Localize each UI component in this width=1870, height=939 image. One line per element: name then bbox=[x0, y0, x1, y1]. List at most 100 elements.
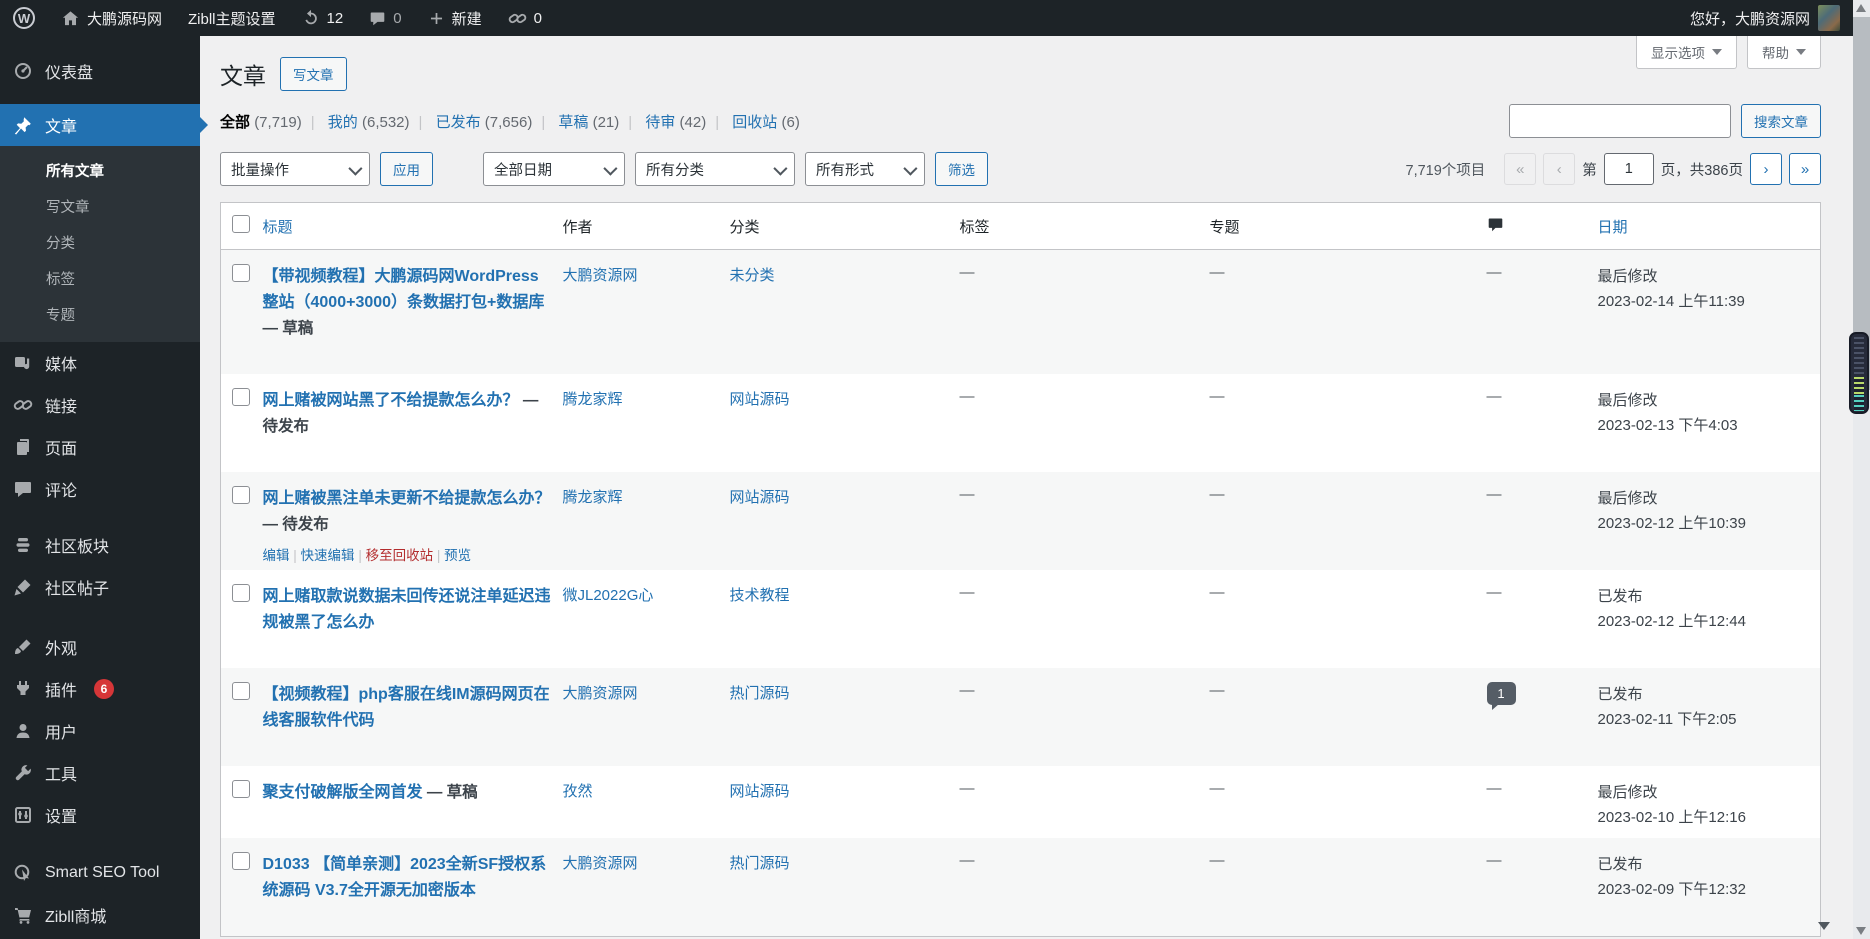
author-link[interactable]: 孜然 bbox=[563, 783, 593, 800]
post-title-link[interactable]: 网上赌被黑注单未更新不给提款怎么办？ bbox=[263, 490, 551, 507]
category-link[interactable]: 热门源码 bbox=[730, 685, 790, 702]
new-content-menu[interactable]: 新建 bbox=[415, 0, 495, 36]
category-filter-select[interactable]: 所有分类 bbox=[635, 152, 795, 186]
submenu-item-all-posts[interactable]: 所有文章 bbox=[0, 152, 200, 188]
site-name-menu[interactable]: 大鹏源码网 bbox=[48, 0, 175, 36]
topic-value: — bbox=[1210, 264, 1225, 281]
sidebar-item-links[interactable]: 链接 bbox=[0, 384, 200, 426]
edit-action[interactable]: 编辑 bbox=[263, 548, 290, 563]
post-state: — 草稿 bbox=[423, 784, 478, 801]
topic-value: — bbox=[1210, 682, 1225, 699]
links-checker-menu[interactable]: 0 bbox=[495, 0, 555, 36]
sidebar-item-users[interactable]: 用户 bbox=[0, 710, 200, 752]
row-checkbox[interactable] bbox=[232, 584, 250, 602]
row-checkbox[interactable] bbox=[232, 780, 250, 798]
preview-action[interactable]: 预览 bbox=[444, 548, 471, 563]
current-page-input[interactable] bbox=[1604, 153, 1654, 185]
updates-menu[interactable]: 12 bbox=[289, 0, 357, 36]
comment-count-bubble[interactable]: 1 bbox=[1487, 682, 1516, 705]
post-title-link[interactable]: 【带视频教程】大鹏源码网WordPress整站（4000+3000）条数据打包+… bbox=[263, 268, 545, 311]
post-title-link[interactable]: D1033 【简单亲测】2023全新SF授权系统源码 V3.7全开源无加密版本 bbox=[263, 856, 547, 899]
sidebar-item-tools[interactable]: 工具 bbox=[0, 752, 200, 794]
view-count: (6,532) bbox=[362, 114, 410, 131]
submenu-item-new-post[interactable]: 写文章 bbox=[0, 188, 200, 224]
row-checkbox[interactable] bbox=[232, 264, 250, 282]
quick-edit-action[interactable]: 快速编辑 bbox=[301, 548, 355, 563]
row-checkbox[interactable] bbox=[232, 388, 250, 406]
menu-separator bbox=[0, 608, 200, 626]
view-pending[interactable]: 待审 (42) bbox=[645, 114, 706, 131]
trash-action[interactable]: 移至回收站 bbox=[366, 548, 434, 563]
view-mine[interactable]: 我的 (6,532) bbox=[328, 114, 410, 131]
sort-date-header[interactable]: 日期 bbox=[1598, 219, 1628, 236]
sidebar-item-appearance[interactable]: 外观 bbox=[0, 626, 200, 668]
add-new-post-button[interactable]: 写文章 bbox=[280, 57, 347, 91]
sidebar-item-media[interactable]: 媒体 bbox=[0, 342, 200, 384]
date-status: 最后修改 bbox=[1598, 268, 1658, 285]
prev-page-button[interactable]: ‹ bbox=[1543, 153, 1575, 185]
category-link[interactable]: 网站源码 bbox=[730, 489, 790, 506]
post-title-link[interactable]: 【视频教程】php客服在线IM源码网页在线客服软件代码 bbox=[263, 686, 550, 729]
author-link[interactable]: 微JL2022G心 bbox=[563, 587, 654, 604]
sidebar-item-dashboard[interactable]: 仪表盘 bbox=[0, 50, 200, 92]
row-checkbox[interactable] bbox=[232, 852, 250, 870]
category-link[interactable]: 未分类 bbox=[730, 267, 775, 284]
post-title-link[interactable]: 网上赌取款说数据未回传还说注单延迟违规被黑了怎么办 bbox=[263, 588, 551, 631]
search-input[interactable] bbox=[1509, 104, 1731, 138]
help-label: 帮助 bbox=[1762, 42, 1789, 62]
row-checkbox[interactable] bbox=[232, 486, 250, 504]
comments-menu[interactable]: 0 bbox=[356, 0, 414, 36]
category-link[interactable]: 技术教程 bbox=[730, 587, 790, 604]
scrollbar-down-arrow-icon[interactable] bbox=[1856, 927, 1866, 935]
sidebar-item-settings[interactable]: 设置 bbox=[0, 794, 200, 836]
tools-icon bbox=[12, 762, 34, 784]
submenu-item-categories[interactable]: 分类 bbox=[0, 224, 200, 260]
zibll-theme-settings-menu[interactable]: Zibll主题设置 bbox=[175, 0, 289, 36]
view-published[interactable]: 已发布 (7,656) bbox=[436, 114, 533, 131]
wp-logo-menu[interactable]: W bbox=[0, 0, 48, 36]
sidebar-item-community-posts[interactable]: 社区帖子 bbox=[0, 566, 200, 608]
category-link[interactable]: 网站源码 bbox=[730, 783, 790, 800]
search-posts-button[interactable]: 搜索文章 bbox=[1741, 104, 1821, 138]
submenu-item-tags[interactable]: 标签 bbox=[0, 260, 200, 296]
sidebar-item-smart-seo-tool[interactable]: Smart SEO Tool bbox=[0, 852, 200, 894]
page-scrollbar[interactable] bbox=[1853, 0, 1870, 939]
sidebar-item-community-sections[interactable]: 社区板块 bbox=[0, 524, 200, 566]
select-all-checkbox[interactable] bbox=[232, 215, 250, 233]
view-drafts[interactable]: 草稿 (21) bbox=[558, 114, 619, 131]
last-page-button[interactable]: » bbox=[1789, 153, 1821, 185]
settings-icon bbox=[12, 804, 34, 826]
sidebar-item-posts[interactable]: 文章 bbox=[0, 104, 200, 146]
screen-options-button[interactable]: 显示选项 bbox=[1636, 36, 1737, 69]
scrollbar-up-arrow-icon[interactable] bbox=[1856, 4, 1866, 12]
author-link[interactable]: 腾龙家辉 bbox=[563, 391, 623, 408]
filter-button[interactable]: 筛选 bbox=[935, 152, 988, 186]
sidebar-item-comments[interactable]: 评论 bbox=[0, 468, 200, 510]
view-all[interactable]: 全部 (7,719) bbox=[220, 114, 302, 131]
category-link[interactable]: 热门源码 bbox=[730, 855, 790, 872]
sidebar-item-zibll-store[interactable]: Zibll商城 bbox=[0, 894, 200, 936]
post-title-link[interactable]: 聚支付破解版全网首发 bbox=[263, 784, 423, 801]
next-page-button[interactable]: › bbox=[1750, 153, 1782, 185]
bulk-action-select[interactable]: 批量操作 bbox=[220, 152, 370, 186]
author-link[interactable]: 腾龙家辉 bbox=[563, 489, 623, 506]
post-title-link[interactable]: 网上赌被网站黑了不给提款怎么办？ bbox=[263, 392, 519, 409]
author-link[interactable]: 大鹏资源网 bbox=[563, 267, 638, 284]
table-row: 网上赌取款说数据未回传还说注单延迟违规被黑了怎么办 微JL2022G心 技术教程… bbox=[221, 570, 1821, 668]
date-filter-select[interactable]: 全部日期 bbox=[483, 152, 625, 186]
format-filter-select[interactable]: 所有形式 bbox=[805, 152, 925, 186]
category-link[interactable]: 网站源码 bbox=[730, 391, 790, 408]
scroll-indicator-stripes bbox=[1854, 395, 1864, 411]
submenu-item-topics[interactable]: 专题 bbox=[0, 296, 200, 332]
sidebar-item-plugins[interactable]: 插件 6 bbox=[0, 668, 200, 710]
view-trash[interactable]: 回收站 (6) bbox=[732, 114, 800, 131]
author-link[interactable]: 大鹏资源网 bbox=[563, 685, 638, 702]
apply-button[interactable]: 应用 bbox=[380, 152, 433, 186]
sort-title-header[interactable]: 标题 bbox=[263, 219, 293, 236]
row-checkbox[interactable] bbox=[232, 682, 250, 700]
first-page-button[interactable]: « bbox=[1504, 153, 1536, 185]
help-button[interactable]: 帮助 bbox=[1747, 36, 1821, 69]
author-link[interactable]: 大鹏资源网 bbox=[563, 855, 638, 872]
sidebar-item-pages[interactable]: 页面 bbox=[0, 426, 200, 468]
my-account-menu[interactable]: 您好，大鹏资源网 bbox=[1690, 5, 1870, 31]
